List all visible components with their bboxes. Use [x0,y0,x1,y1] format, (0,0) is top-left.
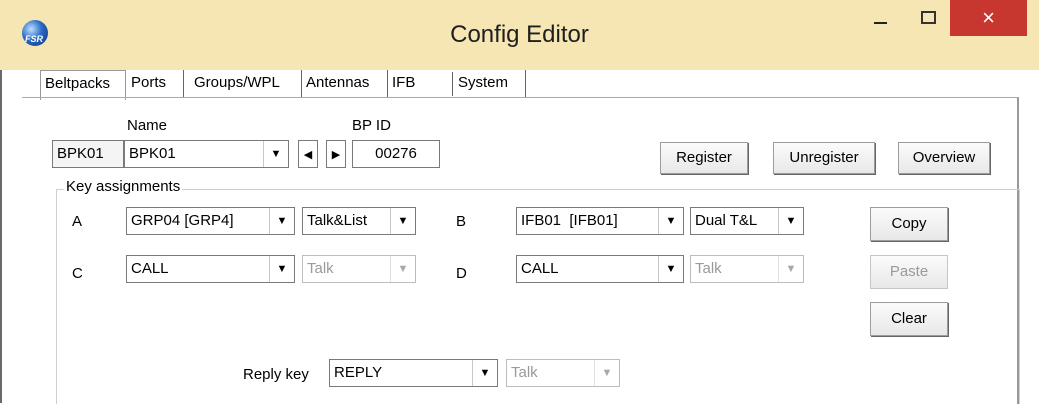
key-b-assignment-value: IFB01 [IFB01] [521,212,618,229]
arrow-left-icon: ◀ [303,148,313,161]
key-b-mode-value: Dual T&L [695,212,758,229]
key-b-assignment-dropdown[interactable]: IFB01 [IFB01] ▼ [516,207,684,235]
window-border [0,70,2,403]
key-b-mode-dropdown[interactable]: Dual T&L ▼ [690,207,804,235]
name-label: Name [127,117,168,134]
key-d-mode-dropdown: Talk ▼ [690,255,804,283]
key-c-label: C [72,265,83,282]
close-icon: × [982,5,995,30]
reply-key-label: Reply key [243,366,309,383]
key-a-mode-value: Talk&List [307,212,368,229]
overview-button[interactable]: Overview [898,142,990,174]
minimize-icon [873,21,887,24]
maximize-button[interactable] [908,0,948,35]
tab-antennas[interactable]: Antennas [302,70,388,98]
previous-beltpack-button[interactable]: ◀ [298,140,318,168]
bpid-label: BP ID [352,117,391,134]
key-c-mode-value: Talk [307,260,334,277]
chevron-down-icon: ▼ [594,360,619,386]
chevron-down-icon[interactable]: ▼ [658,256,683,282]
key-c-mode-dropdown: Talk ▼ [302,255,416,283]
name-dropdown-value: BPK01 [129,145,176,162]
key-d-assignment-dropdown[interactable]: CALL ▼ [516,255,684,283]
chevron-down-icon[interactable]: ▼ [658,208,683,234]
key-a-assignment-dropdown[interactable]: GRP04 [GRP4] ▼ [126,207,295,235]
tab-ports[interactable]: Ports [127,70,184,98]
chevron-down-icon: ▼ [778,256,803,282]
key-assignments-title: Key assignments [64,178,183,195]
tab-beltpacks[interactable]: Beltpacks [40,70,126,100]
next-beltpack-button[interactable]: ▶ [326,140,346,168]
reply-mode-dropdown: Talk ▼ [506,359,620,387]
tab-groups-wpl[interactable]: Groups/WPL [190,70,302,98]
key-a-assignment-value: GRP04 [GRP4] [131,212,234,229]
tab-separator [452,72,453,96]
tab-ifb[interactable]: IFB [388,70,448,98]
minimize-button[interactable] [860,0,900,35]
key-d-mode-value: Talk [695,260,722,277]
tab-system[interactable]: System [454,70,526,98]
unregister-button[interactable]: Unregister [773,142,875,174]
bpid-field[interactable]: 00276 [352,140,440,168]
arrow-right-icon: ▶ [331,148,341,161]
current-beltpack-label: BPK01 [52,140,124,168]
close-button[interactable]: × [950,0,1027,36]
name-dropdown[interactable]: BPK01 ▼ [124,140,289,168]
copy-button[interactable]: Copy [870,207,948,241]
chevron-down-icon: ▼ [390,256,415,282]
register-button[interactable]: Register [660,142,748,174]
key-b-label: B [456,213,467,230]
key-d-label: D [456,265,467,282]
chevron-down-icon[interactable]: ▼ [778,208,803,234]
key-a-mode-dropdown[interactable]: Talk&List ▼ [302,207,416,235]
maximize-icon [920,11,936,24]
reply-mode-value: Talk [511,364,538,381]
key-d-assignment-value: CALL [521,260,559,277]
key-c-assignment-value: CALL [131,260,169,277]
chevron-down-icon[interactable]: ▼ [390,208,415,234]
chevron-down-icon[interactable]: ▼ [472,360,497,386]
chevron-down-icon[interactable]: ▼ [269,256,294,282]
key-a-label: A [72,213,83,230]
clear-button[interactable]: Clear [870,302,948,336]
chevron-down-icon[interactable]: ▼ [263,141,288,167]
reply-key-value: REPLY [334,364,383,381]
paste-button: Paste [870,255,948,289]
reply-key-dropdown[interactable]: REPLY ▼ [329,359,498,387]
chevron-down-icon[interactable]: ▼ [269,208,294,234]
key-c-assignment-dropdown[interactable]: CALL ▼ [126,255,295,283]
